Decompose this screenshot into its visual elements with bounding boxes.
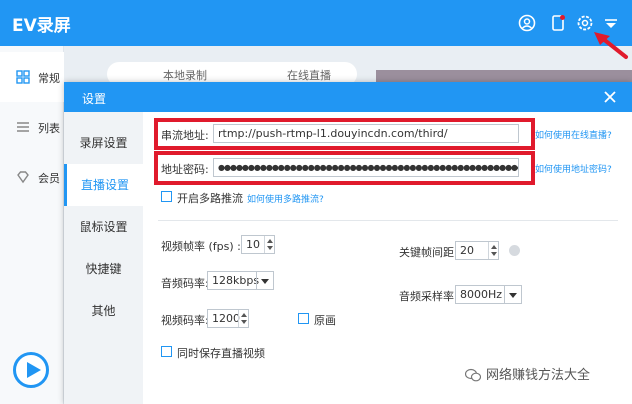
dialog-header: 设置 xyxy=(64,82,632,112)
multi-push-help-link[interactable]: 如何使用多路推流? xyxy=(247,192,324,205)
keyframe-input[interactable]: 20 xyxy=(455,241,499,260)
chevron-down-icon xyxy=(509,293,517,298)
nav-item-member[interactable]: 会员 xyxy=(0,152,64,202)
nav-item-list[interactable]: 列表 xyxy=(0,102,64,152)
fps-input[interactable]: 10 xyxy=(241,235,275,254)
fps-spinner[interactable] xyxy=(264,236,274,253)
video-bitrate-label: 视频码率: xyxy=(161,314,209,327)
chevron-down-icon xyxy=(261,279,269,284)
fps-label: 视频帧率 (fps) : xyxy=(161,240,241,253)
stream-url-input[interactable]: rtmp://push-rtmp-l1.douyincdn.com/third/ xyxy=(213,124,519,143)
close-icon[interactable] xyxy=(602,89,618,105)
stream-key-label: 地址密码: xyxy=(161,163,209,176)
save-video-label: 同时保存直播视频 xyxy=(177,347,265,360)
side-item-live-settings[interactable]: 直播设置 xyxy=(64,164,143,206)
diamond-icon xyxy=(17,171,29,184)
select-separator xyxy=(256,272,257,289)
keyframe-spinner[interactable] xyxy=(488,242,498,259)
grid-icon xyxy=(16,70,30,84)
multi-push-label: 开启多路推流 xyxy=(177,192,243,205)
audio-bitrate-label: 音频码率: xyxy=(161,277,209,290)
dialog-body: 串流地址: rtmp://push-rtmp-l1.douyincdn.com/… xyxy=(143,112,632,404)
side-item-other[interactable]: 其他 xyxy=(64,290,143,332)
annotation-arrow-icon xyxy=(594,32,628,59)
side-item-hotkeys[interactable]: 快捷键 xyxy=(64,248,143,290)
divider xyxy=(158,220,618,221)
save-video-checkbox[interactable] xyxy=(161,346,172,357)
video-bitrate-input[interactable]: 1200 xyxy=(207,309,249,328)
stream-help-link[interactable]: 如何使用在线直播? xyxy=(535,128,612,141)
tab-local-record[interactable]: 本地录制 xyxy=(163,67,207,83)
audio-sample-value: 8000Hz xyxy=(460,288,503,301)
app-title: EV录屏 xyxy=(12,16,71,36)
multi-push-checkbox[interactable] xyxy=(161,191,172,202)
play-button[interactable] xyxy=(13,352,49,388)
phone-icon[interactable] xyxy=(549,14,567,32)
fps-value: 10 xyxy=(246,238,260,251)
nav-item-general[interactable]: 常规 xyxy=(0,52,64,102)
stream-key-input[interactable]: ●●●●●●●●●●●●●●●●●●●●●●●●●●●●●●●●●●●●●●●●… xyxy=(213,158,519,177)
keyframe-label: 关键帧间距: xyxy=(399,246,458,259)
nav-label: 会员 xyxy=(38,172,60,185)
keyframe-value: 20 xyxy=(460,244,474,257)
side-item-record-settings[interactable]: 录屏设置 xyxy=(64,122,143,164)
original-quality-checkbox[interactable] xyxy=(298,313,309,324)
audio-bitrate-select[interactable]: 128kbps xyxy=(207,271,274,290)
tab-live-stream[interactable]: 在线直播 xyxy=(287,67,331,83)
nav-label: 常规 xyxy=(38,72,60,85)
user-icon[interactable] xyxy=(518,14,536,32)
video-bitrate-value: 1200 xyxy=(212,312,240,325)
main-sidebar: 常规 列表 会员 xyxy=(0,46,64,404)
list-icon xyxy=(17,122,29,132)
side-item-mouse-settings[interactable]: 鼠标设置 xyxy=(64,206,143,248)
wechat-icon xyxy=(465,368,481,382)
select-separator xyxy=(504,286,505,303)
dialog-title: 设置 xyxy=(82,92,107,106)
stream-url-label: 串流地址: xyxy=(161,129,209,142)
dialog-sidebar: 录屏设置 直播设置 鼠标设置 快捷键 其他 xyxy=(64,112,143,404)
audio-sample-select[interactable]: 8000Hz xyxy=(455,285,522,304)
app-topbar: EV录屏 xyxy=(0,0,632,46)
settings-dialog: 设置 录屏设置 直播设置 鼠标设置 快捷键 其他 串流地址: rtmp://pu… xyxy=(64,82,632,404)
original-quality-label: 原画 xyxy=(314,314,336,327)
audio-sample-label: 音频采样率: xyxy=(399,290,458,303)
stream-key-help-link[interactable]: 如何使用地址密码? xyxy=(535,162,612,175)
audio-bitrate-value: 128kbps xyxy=(212,274,260,287)
watermark-text: 网络赚钱方法大全 xyxy=(486,368,591,383)
help-icon[interactable] xyxy=(509,245,520,256)
nav-label: 列表 xyxy=(38,122,60,135)
video-bitrate-spinner[interactable] xyxy=(238,310,248,327)
